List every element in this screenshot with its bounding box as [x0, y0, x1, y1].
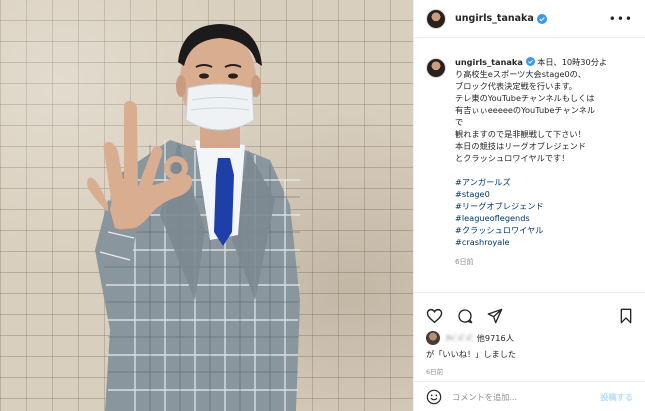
- caption-line: 本日の競技はリーグオブレジェンド: [455, 141, 587, 151]
- share-icon[interactable]: [487, 308, 503, 324]
- comment-input[interactable]: [452, 391, 601, 402]
- hashtag-link[interactable]: #stage0: [455, 188, 633, 200]
- emoji-icon[interactable]: [426, 389, 442, 405]
- hashtag-link[interactable]: #crashroyale: [455, 236, 633, 248]
- action-icon-row: [414, 293, 645, 329]
- caption-text: ungirls_tanaka 本日、10時30分よ り高校生eスポーツ大会sta…: [455, 56, 633, 268]
- caption-area: ungirls_tanaka 本日、10時30分よ り高校生eスポーツ大会sta…: [426, 56, 639, 268]
- caption-line: で: [455, 117, 464, 127]
- post-actions: ﾅﾍﾞﾊﾟﾊﾟ 他9716人 が「いいね！」しました 6日前 投稿する: [414, 292, 645, 411]
- comment-bar: 投稿する: [414, 381, 645, 411]
- caption-line: 本日、10時30分よ: [537, 57, 608, 67]
- hashtag-link[interactable]: #leagueoflegends: [455, 212, 633, 224]
- likes-count-link[interactable]: 他9716人: [477, 332, 514, 344]
- caption-line: 有吉ぃぃeeeeeのYouTubeチャンネル: [455, 105, 596, 115]
- post-date[interactable]: 6日前: [414, 360, 645, 376]
- caption-avatar[interactable]: [426, 58, 446, 78]
- caption-line: り高校生eスポーツ大会stage0の、: [455, 69, 587, 79]
- heart-icon[interactable]: [426, 308, 443, 324]
- bookmark-icon[interactable]: [619, 308, 633, 324]
- more-options-icon[interactable]: •••: [609, 12, 633, 26]
- liker-avatar[interactable]: [426, 331, 440, 345]
- post-side-panel: ungirls_tanaka ••• ungirls_tanaka 本日、10時…: [413, 0, 645, 411]
- caption-timestamp[interactable]: 6日前: [455, 256, 633, 268]
- caption-line: テレ東のYouTubeチャンネルもしくは: [455, 93, 595, 103]
- caption-row: ungirls_tanaka 本日、10時30分よ り高校生eスポーツ大会sta…: [426, 56, 639, 268]
- caption-line: ブロック代表決定戦を行います。: [455, 81, 577, 91]
- hashtag-link[interactable]: #クラッシュロワイヤル: [455, 224, 633, 236]
- caption-username[interactable]: ungirls_tanaka: [455, 57, 523, 67]
- likes-suffix-text: が「いいね！」しました: [426, 349, 517, 359]
- liker-username-blurred[interactable]: ﾅﾍﾞﾊﾟﾊﾟ: [446, 332, 475, 344]
- post-header: ungirls_tanaka •••: [414, 0, 645, 38]
- header-username[interactable]: ungirls_tanaka: [455, 13, 534, 24]
- profile-avatar[interactable]: [426, 8, 446, 29]
- verified-badge-icon: [525, 57, 535, 66]
- hashtag-link[interactable]: #リーグオブレジェンド: [455, 200, 633, 212]
- person-in-suit-photo: [87, 24, 300, 411]
- hashtag-list: #アンガールズ #stage0 #リーグオブレジェンド #leagueofleg…: [455, 176, 633, 248]
- comment-icon[interactable]: [457, 308, 473, 324]
- caption-line: 観れますので是非観戦して下さい！: [455, 129, 586, 139]
- post-comment-button[interactable]: 投稿する: [600, 391, 633, 403]
- likes-summary: ﾅﾍﾞﾊﾟﾊﾟ 他9716人: [414, 329, 645, 345]
- post-photo[interactable]: [0, 0, 413, 411]
- verified-badge-icon: [536, 13, 547, 24]
- caption-line: とクラッシュロワイヤルです！: [455, 153, 570, 163]
- hashtag-link[interactable]: #アンガールズ: [455, 176, 633, 188]
